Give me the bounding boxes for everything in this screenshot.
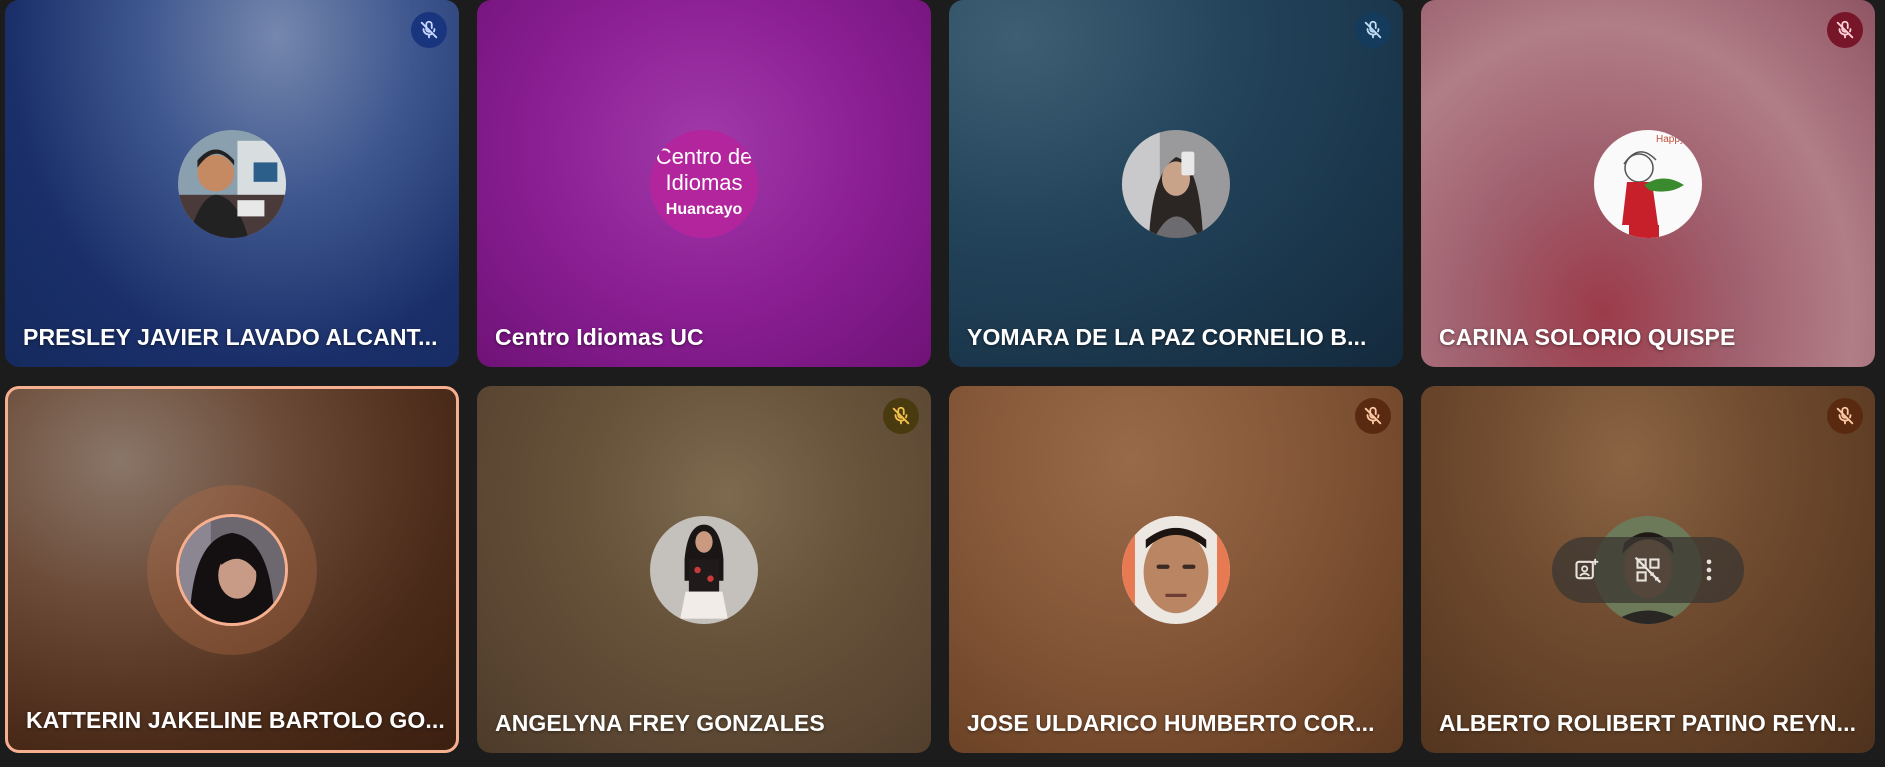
mic-off-icon — [1827, 398, 1863, 434]
participant-tile-active-speaker[interactable]: KATTERIN JAKELINE BARTOLO GO... — [5, 386, 459, 753]
mic-off-icon — [883, 398, 919, 434]
participant-grid: PRESLEY JAVIER LAVADO ALCANT... Centro d… — [0, 0, 1885, 767]
participant-tile[interactable]: YOMARA DE LA PAZ CORNELIO B... — [949, 0, 1403, 367]
participant-tile-hovered[interactable]: ALBERTO ROLIBERT PATINO REYN... — [1421, 386, 1875, 753]
participant-name: YOMARA DE LA PAZ CORNELIO B... — [967, 324, 1367, 350]
participant-avatar — [178, 129, 286, 238]
participant-tile[interactable]: Centro de Idiomas Huancayo Centro Idioma… — [477, 0, 931, 367]
participant-name: JOSE ULDARICO HUMBERTO COR... — [967, 710, 1375, 736]
participant-name: Centro Idiomas UC — [495, 324, 704, 350]
participant-name: PRESLEY JAVIER LAVADO ALCANT... — [23, 324, 438, 350]
participant-tile[interactable]: Happy B CARINA SOLORIO QUISPE — [1421, 0, 1875, 367]
participant-tile[interactable]: JOSE ULDARICO HUMBERTO COR... — [949, 386, 1403, 753]
tile-hover-controls — [1552, 536, 1744, 603]
participant-avatar — [1122, 515, 1230, 624]
participant-tile[interactable]: ANGELYNA FREY GONZALES — [477, 386, 931, 753]
more-options-icon[interactable] — [1692, 553, 1726, 587]
participant-tile[interactable]: PRESLEY JAVIER LAVADO ALCANT... — [5, 0, 459, 367]
remove-qr-icon[interactable] — [1628, 550, 1668, 590]
participant-avatar: Happy B — [1594, 129, 1702, 238]
participant-name: ANGELYNA FREY GONZALES — [495, 710, 825, 736]
add-to-frame-icon[interactable] — [1570, 553, 1604, 587]
logo-line-2: Idiomas — [665, 170, 742, 195]
logo-line-1: Centro de — [656, 144, 753, 169]
participant-avatar — [1122, 129, 1230, 238]
participant-name: CARINA SOLORIO QUISPE — [1439, 324, 1736, 350]
participant-avatar — [650, 515, 758, 624]
logo-line-3: Huancayo — [666, 201, 743, 218]
participant-avatar — [176, 513, 288, 626]
avatar-caption: Happy B — [1656, 134, 1695, 145]
mic-off-icon — [1827, 12, 1863, 48]
mic-off-icon — [1355, 398, 1391, 434]
mic-off-icon — [411, 12, 447, 48]
participant-avatar: Centro de Idiomas Huancayo — [650, 129, 758, 238]
participant-name: ALBERTO ROLIBERT PATINO REYN... — [1439, 710, 1857, 736]
mic-off-icon — [1355, 12, 1391, 48]
participant-name: KATTERIN JAKELINE BARTOLO GO... — [26, 707, 445, 733]
